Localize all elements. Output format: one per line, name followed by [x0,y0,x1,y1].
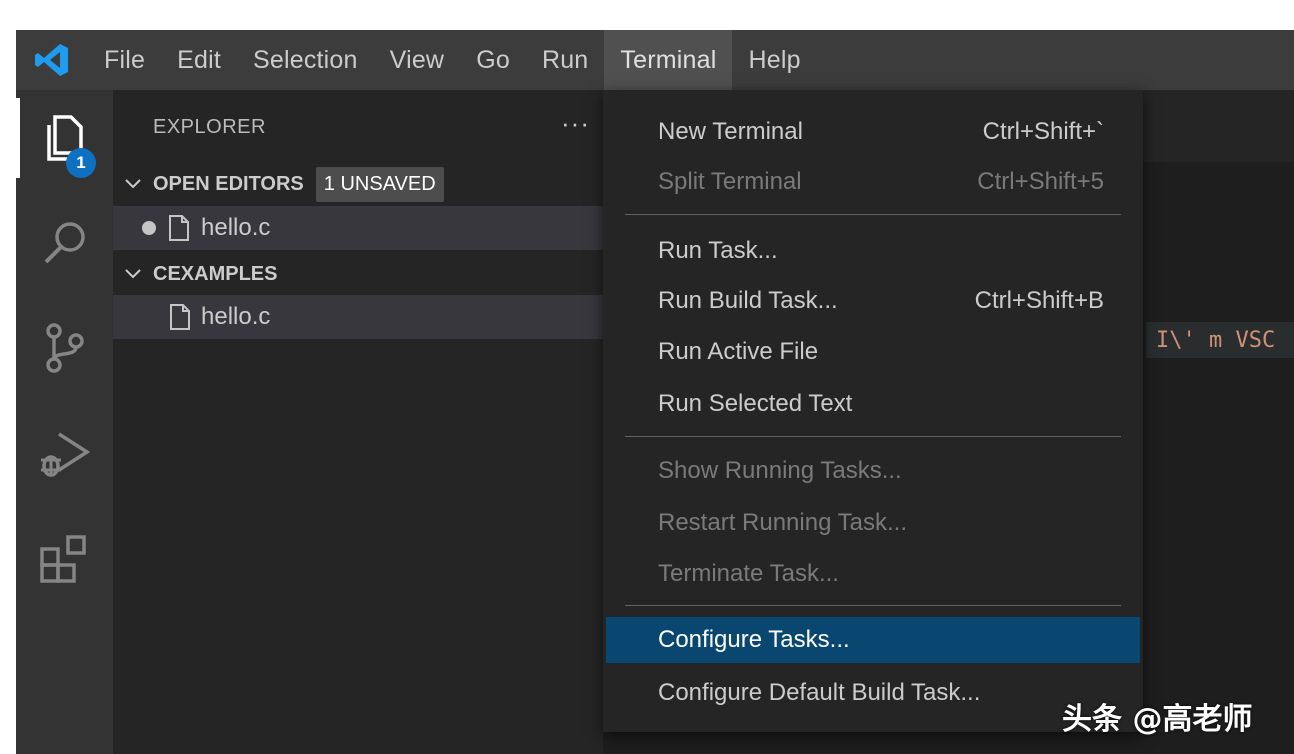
menu-run[interactable]: Run [526,30,604,90]
explorer-activity-button[interactable]: 1 [16,98,113,178]
menu-item-shortcut: Ctrl+Shift+5 [977,168,1104,195]
chevron-down-icon [113,178,153,190]
search-activity-button[interactable] [16,202,113,282]
menu-item-label: Split Terminal [658,168,802,195]
menu-item-run-build-task[interactable]: Run Build Task... Ctrl+Shift+B [606,276,1140,326]
menu-bar: File Edit Selection View Go Run Terminal… [16,30,1294,90]
watermark-text: 头条 @高老师 [1062,702,1253,737]
file-icon [113,303,201,331]
menu-item-run-active-file[interactable]: Run Active File [606,327,1140,377]
code-line[interactable]: I\' m VSC [1146,322,1294,358]
file-icon [157,214,201,242]
menu-item-label: Terminate Task... [658,560,839,587]
open-editors-label: OPEN EDITORS [153,172,304,195]
unsaved-dot-icon [113,220,157,236]
menu-file[interactable]: File [88,30,161,90]
menu-terminal[interactable]: Terminal [604,30,733,90]
menu-separator [625,214,1121,215]
folder-header[interactable]: CEXAMPLES [113,254,603,294]
vscode-logo-icon [16,30,88,90]
menu-item-shortcut: Ctrl+Shift+B [974,287,1104,314]
menu-separator [625,605,1121,606]
menu-item-split-terminal: Split Terminal Ctrl+Shift+5 [606,157,1140,207]
menu-item-label: Run Selected Text [658,390,853,417]
extensions-icon [39,535,86,583]
extensions-activity-button[interactable] [16,520,113,600]
file-name: hello.c [201,214,271,241]
menu-view[interactable]: View [374,30,461,90]
menu-item-run-task[interactable]: Run Task... [606,226,1140,276]
menu-item-label: Show Running Tasks... [658,457,902,484]
file-name: hello.c [201,303,271,330]
explorer-badge: 1 [66,148,96,178]
menu-item-shortcut: Ctrl+Shift+` [982,118,1104,145]
menu-separator [625,436,1121,437]
folder-file-item[interactable]: hello.c [113,295,603,339]
chevron-down-icon [113,268,153,280]
menu-item-label: Restart Running Task... [658,509,908,536]
menu-edit[interactable]: Edit [161,30,237,90]
menu-item-label: New Terminal [658,118,803,145]
menu-item-show-running-tasks: Show Running Tasks... [606,446,1140,496]
search-icon [44,222,85,264]
menu-item-restart-running-task: Restart Running Task... [606,498,1140,548]
folder-label: CEXAMPLES [153,262,278,285]
menu-item-label: Run Build Task... [658,287,838,314]
source-control-icon [45,323,84,373]
menu-item-terminate-task: Terminate Task... [606,549,1140,599]
vscode-window: File Edit Selection View Go Run Terminal… [16,30,1294,754]
run-debug-activity-button[interactable] [16,416,113,496]
activity-bar: 1 [16,90,113,754]
menu-item-label: Configure Default Build Task... [658,679,981,706]
explorer-sidebar: EXPLORER ··· OPEN EDITORS 1 UNSAVED hell… [113,90,603,754]
menu-item-label: Run Active File [658,338,819,365]
menu-item-configure-tasks[interactable]: Configure Tasks... [606,617,1140,663]
menu-item-run-selected-text[interactable]: Run Selected Text [606,379,1140,429]
menu-selection[interactable]: Selection [237,30,374,90]
unsaved-badge: 1 UNSAVED [315,166,444,202]
source-control-activity-button[interactable] [16,308,113,388]
terminal-menu-dropdown: New Terminal Ctrl+Shift+` Split Terminal… [603,90,1143,732]
run-debug-icon [40,432,90,477]
menu-go[interactable]: Go [460,30,526,90]
menu-help[interactable]: Help [732,30,816,90]
menu-item-label: Run Task... [658,237,778,264]
more-actions-icon[interactable]: ··· [561,108,590,139]
open-editor-item[interactable]: hello.c [113,206,603,250]
explorer-title: EXPLORER [153,116,266,138]
menu-item-new-terminal[interactable]: New Terminal Ctrl+Shift+` [606,107,1140,157]
menu-item-configure-default-build-task[interactable]: Configure Default Build Task... [606,668,1140,718]
open-editors-header[interactable]: OPEN EDITORS 1 UNSAVED [113,164,603,204]
menu-item-label: Configure Tasks... [658,626,850,653]
active-indicator [16,98,20,178]
